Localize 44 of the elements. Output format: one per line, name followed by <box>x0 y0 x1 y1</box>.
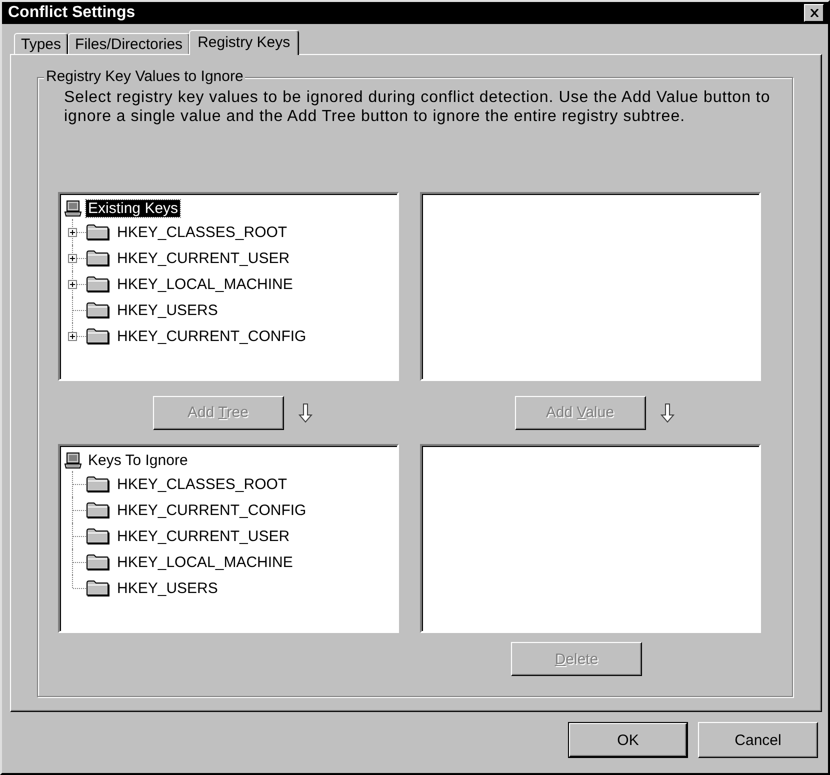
tab[interactable]: Registry Keys <box>188 30 300 55</box>
expand-icon[interactable] <box>68 254 77 263</box>
tree-item[interactable]: HKEY_LOCAL_MACHINE <box>115 554 295 570</box>
tab[interactable]: Types <box>14 33 68 54</box>
folder-icon <box>86 579 110 597</box>
close-icon <box>810 9 818 17</box>
tree-item[interactable]: HKEY_USERS <box>115 580 220 596</box>
computer-icon <box>64 452 82 468</box>
folder-icon <box>86 501 110 519</box>
tree-view[interactable]: Existing Keys HKEY_CLASSES_ROOT HKEY_CURRENT_USER HKEY_LOCAL_MACHINE HKEY_USERS HKEY_CURRENT_CONFIG <box>58 192 399 381</box>
down-arrow-icon <box>298 402 312 422</box>
expand-icon[interactable] <box>68 280 77 289</box>
ignored-values-list[interactable] <box>420 444 761 633</box>
group-title: Registry Key Values to Ignore <box>44 68 246 85</box>
folder-icon <box>86 223 110 241</box>
tree-item[interactable]: HKEY_USERS <box>115 302 220 318</box>
cancel-button[interactable]: Cancel <box>698 722 818 758</box>
tab[interactable]: Files/Directories <box>68 33 190 54</box>
tree-item[interactable]: HKEY_CURRENT_USER <box>115 528 292 544</box>
description-text: Select registry key values to be ignored during conflict detection. Use the Add Value button to ignore a single value and the Add Tree button to ignore the entire registry subtree. <box>64 88 772 126</box>
folder-icon <box>86 249 110 267</box>
tree-item[interactable]: HKEY_CLASSES_ROOT <box>115 224 290 240</box>
expand-icon[interactable] <box>68 228 77 237</box>
down-arrow-icon <box>660 402 674 422</box>
folder-icon <box>86 327 110 345</box>
tree-item[interactable]: HKEY_CLASSES_ROOT <box>115 476 290 492</box>
folder-icon <box>86 301 110 319</box>
folder-icon <box>86 475 110 493</box>
ok-button[interactable]: OK <box>568 722 688 758</box>
tree-root[interactable]: Existing Keys <box>86 200 180 216</box>
folder-icon <box>86 527 110 545</box>
tree-item[interactable]: HKEY_LOCAL_MACHINE <box>115 276 295 292</box>
folder-icon <box>86 275 110 293</box>
tree-item[interactable]: HKEY_CURRENT_CONFIG <box>115 328 308 344</box>
tree-item[interactable]: HKEY_CURRENT_USER <box>115 250 292 266</box>
close-button[interactable] <box>804 4 824 22</box>
computer-icon <box>64 200 82 216</box>
values-list[interactable] <box>420 192 761 381</box>
folder-icon <box>86 553 110 571</box>
tree-item[interactable]: HKEY_CURRENT_CONFIG <box>115 502 308 518</box>
window-title: Conflict Settings <box>8 4 136 22</box>
tree-view[interactable]: Keys To Ignore HKEY_CLASSES_ROOT HKEY_CURRENT_CONFIG HKEY_CURRENT_USER HKEY_LOCAL_MACHINE HKEY_USERS <box>58 444 399 633</box>
tree-root[interactable]: Keys To Ignore <box>86 452 190 468</box>
expand-icon[interactable] <box>68 332 77 341</box>
